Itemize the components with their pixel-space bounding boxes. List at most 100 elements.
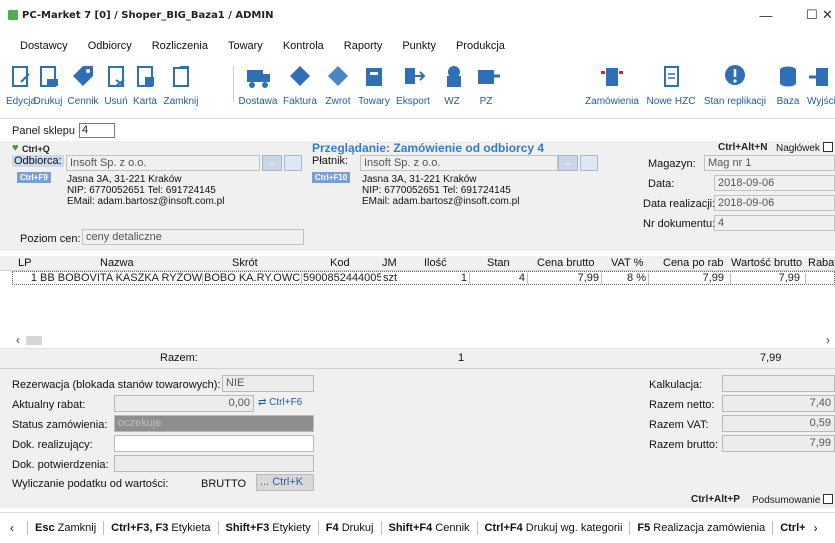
data-realizacji-field[interactable]: 2018-09-06: [714, 195, 835, 211]
menu-produkcja[interactable]: Produkcja: [446, 36, 515, 56]
toolbar-nowe-hzc-button[interactable]: Nowe HZC: [644, 58, 698, 116]
odbiorca-address: Jasna 3A, 31-221 Kraków: [67, 174, 182, 185]
column-skrot[interactable]: Skrót: [232, 257, 258, 269]
menu-dostawcy[interactable]: Dostawcy: [0, 36, 78, 56]
grid-header: LP Nazwa Skrót Kod JM Ilość Stan Cena br…: [0, 256, 835, 271]
shortcut-drukuj-kategorii[interactable]: Ctrl+F4 Drukuj wg. kategorii: [485, 522, 623, 534]
cell-divider: [730, 273, 731, 284]
toolbar-wyjscie-button[interactable]: Wyjście: [804, 58, 835, 116]
status-zamowienia-field[interactable]: oczekuje: [114, 415, 314, 432]
podsumowanie-checkbox[interactable]: [823, 494, 834, 504]
dok-potwierdzenia-field[interactable]: [114, 455, 314, 472]
shortcut-bar: ‹ Esc Zamknij Ctrl+F3, F3 Etykieta Shift…: [0, 512, 835, 543]
column-kod[interactable]: Kod: [330, 257, 350, 269]
column-wartosc-brutto[interactable]: Wartość brutto: [731, 257, 802, 269]
naglowek-toggle[interactable]: Nagłówek: [776, 142, 833, 154]
toolbar-pz-button[interactable]: PZ: [474, 58, 500, 116]
cell-cena-brutto: 7,99: [577, 272, 599, 284]
aktualny-rabat-field[interactable]: 0,00: [114, 395, 254, 412]
shortcut-ctrl[interactable]: Ctrl+: [780, 522, 805, 534]
razem-vat-field: 0,59: [722, 415, 835, 432]
toolbar-zamknij-button[interactable]: Zamknij: [160, 58, 202, 116]
scroll-thumb[interactable]: [26, 336, 42, 345]
shortcut-divider: [217, 521, 219, 535]
toolbar-separator: [233, 66, 234, 102]
platnik-nip: NIP: 6770052651 Tel: 691724145: [362, 185, 511, 196]
table-row[interactable]: 1 BB BOBOVITA KASZKA RYŻOW BOBO KA.RY.OW…: [12, 271, 835, 285]
platnik-field[interactable]: Insoft Sp. z o.o.: [360, 155, 558, 171]
menu-punkty[interactable]: Punkty: [392, 36, 446, 56]
toolbar-towary-button[interactable]: Towary: [356, 58, 392, 116]
menu-raporty[interactable]: Raporty: [334, 36, 393, 56]
minimize-button[interactable]: —: [743, 0, 789, 30]
shortcut-etykieta[interactable]: Ctrl+F3, F3 Etykieta: [111, 522, 210, 534]
cell-wartosc-brutto: 7,99: [778, 272, 800, 284]
shortcut-esc[interactable]: Esc Zamknij: [35, 522, 96, 534]
shortcut-cennik[interactable]: Shift+F4 Cennik: [389, 522, 470, 534]
shortcut-etykiety[interactable]: Shift+F3 Etykiety: [226, 522, 311, 534]
shortcut-divider: [629, 521, 631, 535]
invoice-icon: [286, 64, 314, 90]
toolbar-drukuj-button[interactable]: Drukuj: [30, 58, 66, 116]
column-ilosc[interactable]: Ilość: [424, 257, 447, 269]
menu-towary[interactable]: Towary: [218, 36, 273, 56]
database-icon: [774, 64, 802, 90]
toolbar-eksport-button[interactable]: Eksport: [392, 58, 434, 116]
shortcut-scroll-right-icon[interactable]: ›: [814, 521, 818, 535]
menu-odbiorcy[interactable]: Odbiorcy: [78, 36, 142, 56]
column-lp[interactable]: LP: [18, 257, 31, 269]
exit-icon: [806, 64, 834, 90]
platnik-email: EMail: adam.bartosz@insoft.com.pl: [362, 196, 520, 207]
odbiorca-select-button[interactable]: ...: [262, 155, 282, 171]
menu-rozliczenia[interactable]: Rozliczenia: [142, 36, 218, 56]
toolbar-karta-button[interactable]: Karta: [128, 58, 162, 116]
shortcut-divider: [772, 521, 774, 535]
platnik-select-button[interactable]: ...: [558, 155, 578, 171]
dok-realizujacy-field[interactable]: [114, 435, 314, 452]
podatek-select-button[interactable]: ... Ctrl+K: [256, 474, 314, 491]
menu-bar: Dostawcy Odbiorcy Rozliczenia Towary Kon…: [0, 36, 515, 56]
ctrl-f10-shortcut: Ctrl+F10: [312, 172, 351, 183]
column-cena-brutto[interactable]: Cena brutto: [537, 257, 594, 269]
razem-netto-label: Razem netto:: [649, 399, 715, 411]
column-stan[interactable]: Stan: [487, 257, 510, 269]
shortcut-realizacja[interactable]: F5 Realizacja zamówienia: [637, 522, 765, 534]
menu-kontrola[interactable]: Kontrola: [273, 36, 334, 56]
magazyn-field[interactable]: Mag nr 1: [704, 155, 835, 171]
platnik-link-icon[interactable]: [580, 155, 598, 171]
toolbar-baza-button[interactable]: Baza: [774, 58, 802, 116]
data-field[interactable]: 2018-09-06: [714, 175, 835, 191]
rabat-shortcut-button[interactable]: ⇄ Ctrl+F6: [258, 397, 302, 408]
nr-dokumentu-label: Nr dokumentu:: [643, 218, 716, 230]
scroll-right-icon[interactable]: ›: [826, 333, 830, 347]
column-rabat[interactable]: Rabat: [808, 257, 835, 269]
shortcut-drukuj[interactable]: F4 Drukuj: [326, 522, 374, 534]
window-title: PC-Market 7 [0] / Shoper_BIG_Baza1 / ADM…: [22, 9, 274, 21]
column-jm[interactable]: JM: [382, 257, 397, 269]
scroll-left-icon[interactable]: ‹: [16, 333, 20, 347]
toolbar-zamowienia-button[interactable]: Zamówienia: [582, 58, 642, 116]
poziom-cen-field[interactable]: ceny detaliczne: [82, 229, 304, 245]
rezerwacja-field[interactable]: NIE: [222, 375, 314, 392]
toolbar-faktura-button[interactable]: Faktura: [280, 58, 320, 116]
column-vat[interactable]: VAT %: [611, 257, 643, 269]
podsumowanie-toggle[interactable]: Podsumowanie: [752, 494, 834, 506]
nr-dokumentu-field[interactable]: 4: [714, 215, 835, 231]
close-button[interactable]: ✕: [820, 0, 835, 30]
horizontal-scrollbar[interactable]: ‹ ›: [0, 333, 835, 347]
toolbar-dostawa-button[interactable]: Dostawa: [236, 58, 280, 116]
kalkulacja-field[interactable]: [722, 375, 835, 392]
toolbar-stan-replikacji-button[interactable]: Stan replikacji: [700, 58, 770, 116]
orders-icon: [598, 64, 626, 90]
toolbar-wz-button[interactable]: WZ: [440, 58, 464, 116]
panel-sklepu-input[interactable]: 4: [79, 123, 115, 138]
toolbar-cennik-button[interactable]: Cennik: [64, 58, 102, 116]
odbiorca-field[interactable]: Insoft Sp. z o.o.: [66, 155, 260, 171]
shortcut-scroll-left-icon[interactable]: ‹: [10, 521, 14, 535]
cell-vat: 8 %: [627, 272, 646, 284]
odbiorca-link-icon[interactable]: [284, 155, 302, 171]
column-cena-po-rabacie[interactable]: Cena po rab: [663, 257, 727, 269]
naglowek-checkbox[interactable]: [822, 142, 833, 152]
column-nazwa[interactable]: Nazwa: [100, 257, 134, 269]
toolbar-zwrot-button[interactable]: Zwrot: [320, 58, 356, 116]
